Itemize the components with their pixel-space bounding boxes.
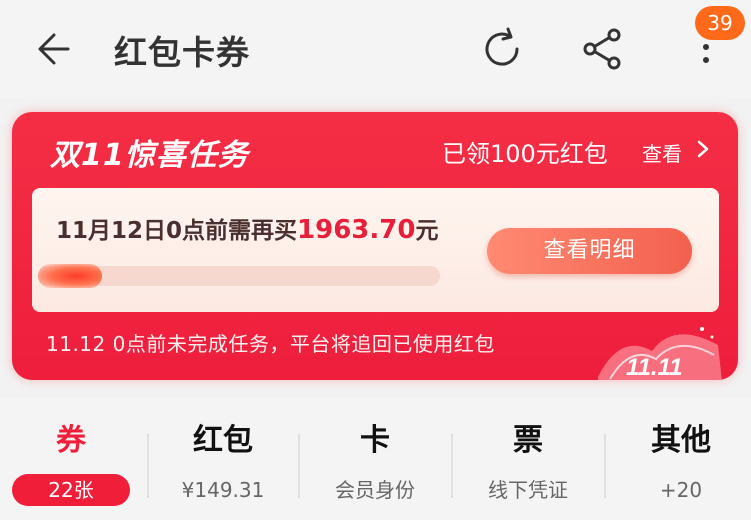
progress-bar [38, 264, 440, 288]
double11-decoration: 11.11 [598, 327, 722, 380]
tab-sub: +20 [659, 478, 703, 502]
tab-tickets[interactable]: 票 线下凭证 [453, 420, 603, 506]
tab-others[interactable]: 其他 +20 [606, 420, 751, 506]
requirement-unit: 元 [415, 218, 439, 244]
refresh-icon[interactable] [479, 26, 525, 72]
category-tabs: 券 22张 红包 ¥149.31 卡 会员身份 票 线下凭证 其他 +20 [0, 398, 751, 520]
progress-fill [38, 264, 103, 288]
tab-label: 红包 [193, 423, 253, 458]
notification-badge: 39 [695, 6, 745, 40]
tab-coupons[interactable]: 券 22张 [0, 420, 146, 506]
tab-label: 券 [56, 423, 86, 458]
chevron-right-icon[interactable] [696, 140, 710, 158]
purchase-requirement: 11月12日0点前需再买1963.70元 [56, 211, 438, 245]
page-title: 红包卡券 [114, 33, 250, 72]
task-progress-panel: 11月12日0点前需再买1963.70元 查看明细 [32, 188, 719, 312]
card-title: 双11惊喜任务 [50, 138, 249, 173]
tab-sub: 线下凭证 [488, 478, 568, 502]
tab-label: 卡 [360, 423, 390, 458]
view-link[interactable]: 查看 [642, 138, 682, 167]
claimed-red-packet-text: 已领100元红包 [442, 140, 608, 168]
svg-text:11.11: 11.11 [626, 354, 683, 380]
requirement-prefix: 11月12日0点前需再买 [56, 218, 298, 244]
view-details-button[interactable]: 查看明细 [487, 228, 692, 274]
back-arrow-icon[interactable] [34, 30, 72, 68]
task-warning-note: 11.12 0点前未完成任务，平台将追回已使用红包 [46, 332, 495, 356]
tab-sub: 会员身份 [335, 478, 415, 502]
tab-cards[interactable]: 卡 会员身份 [300, 420, 450, 506]
tab-label: 其他 [651, 423, 711, 458]
share-icon[interactable] [580, 26, 626, 72]
double11-task-card: 双11惊喜任务 已领100元红包 查看 11月12日0点前需再买1963.70元… [12, 112, 738, 380]
top-bar: 红包卡券 39 [0, 0, 751, 98]
tab-sub: 22张 [12, 474, 130, 506]
requirement-amount: 1963.70 [297, 215, 416, 245]
tab-red-packets[interactable]: 红包 ¥149.31 [148, 420, 298, 506]
tab-sub: ¥149.31 [181, 478, 265, 502]
tab-label: 票 [513, 423, 543, 458]
